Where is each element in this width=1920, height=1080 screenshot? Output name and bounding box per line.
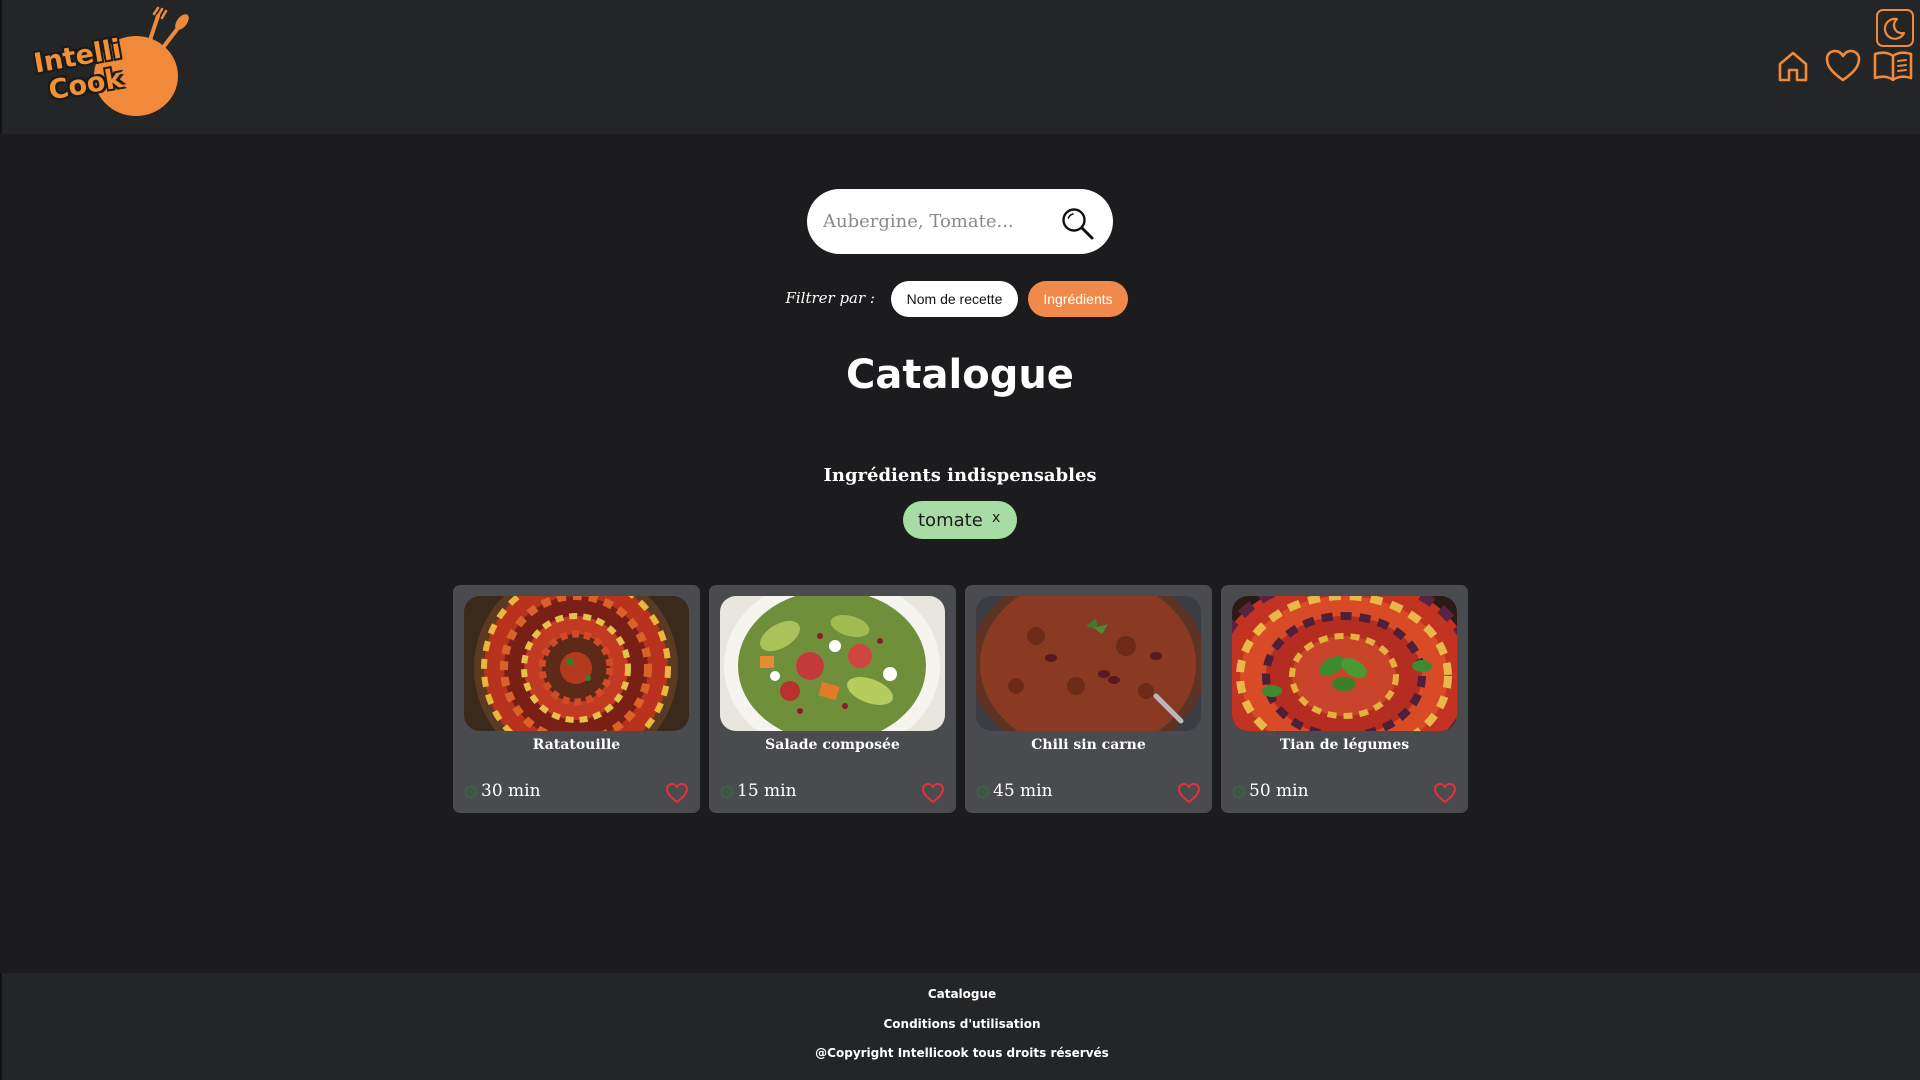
recipe-name: Salade composée [765, 737, 900, 753]
favorite-heart-icon[interactable] [921, 782, 945, 808]
recipe-card[interactable]: Ratatouille 30 min [453, 585, 700, 813]
recipe-time: 30 min [481, 781, 541, 801]
clock-icon [976, 784, 990, 803]
favorite-heart-icon[interactable] [1177, 782, 1201, 808]
ingredient-chip-label: tomate [918, 510, 983, 531]
heart-icon [1825, 49, 1861, 82]
recipe-name: Ratatouille [532, 737, 621, 753]
clock-icon [464, 784, 478, 803]
footer-copyright: @Copyright Intellicook tous droits réser… [815, 1046, 1109, 1060]
recipe-image [976, 596, 1201, 731]
search-icon[interactable] [1060, 206, 1096, 246]
search-input[interactable] [823, 205, 1043, 237]
favorite-heart-icon[interactable] [1433, 782, 1457, 808]
filter-recipe-name-button[interactable]: Nom de recette [891, 281, 1018, 317]
recipe-name: Chili sin carne [1031, 737, 1146, 753]
site-header: Intelli Cook [0, 0, 1920, 134]
dark-mode-toggle[interactable] [1876, 9, 1914, 47]
utensils-icon [142, 6, 189, 64]
recipe-card[interactable]: Tian de légumes 50 min [1221, 585, 1468, 813]
recipe-card[interactable]: Chili sin carne 45 min [965, 585, 1212, 813]
recipe-image [720, 596, 945, 731]
recipe-time: 45 min [993, 781, 1053, 801]
footer-link-terms[interactable]: Conditions d'utilisation [2, 1017, 1920, 1031]
recipe-time: 50 min [1249, 781, 1309, 801]
recipe-image [464, 596, 689, 731]
ingredient-chip: tomate x [903, 501, 1017, 539]
recipe-card[interactable]: Salade composée 15 min [709, 585, 956, 813]
moon-icon [1883, 17, 1906, 40]
favorites-button[interactable] [1824, 48, 1862, 84]
recipe-image [1232, 596, 1457, 731]
site-footer: Catalogue Conditions d'utilisation @Copy… [0, 973, 1920, 1080]
filter-label: Filtrer par : [785, 289, 875, 307]
search-bar [807, 189, 1113, 254]
home-icon [1778, 51, 1808, 82]
intellicook-logo[interactable]: Intelli Cook [31, 6, 189, 116]
remove-ingredient-button[interactable]: x [992, 510, 1000, 526]
recipe-time: 15 min [737, 781, 797, 801]
clock-icon [720, 784, 734, 803]
recipes-book-button[interactable] [1872, 48, 1914, 84]
footer-link-catalogue[interactable]: Catalogue [2, 987, 1920, 1001]
ingredients-heading: Ingrédients indispensables [823, 465, 1097, 486]
home-button[interactable] [1775, 48, 1811, 84]
book-icon [1873, 51, 1913, 82]
filter-ingredients-button[interactable]: Ingrédients [1028, 281, 1128, 317]
favorite-heart-icon[interactable] [665, 782, 689, 808]
page-title: Catalogue [846, 352, 1074, 398]
clock-icon [1232, 784, 1246, 803]
recipe-name: Tian de légumes [1279, 737, 1410, 753]
